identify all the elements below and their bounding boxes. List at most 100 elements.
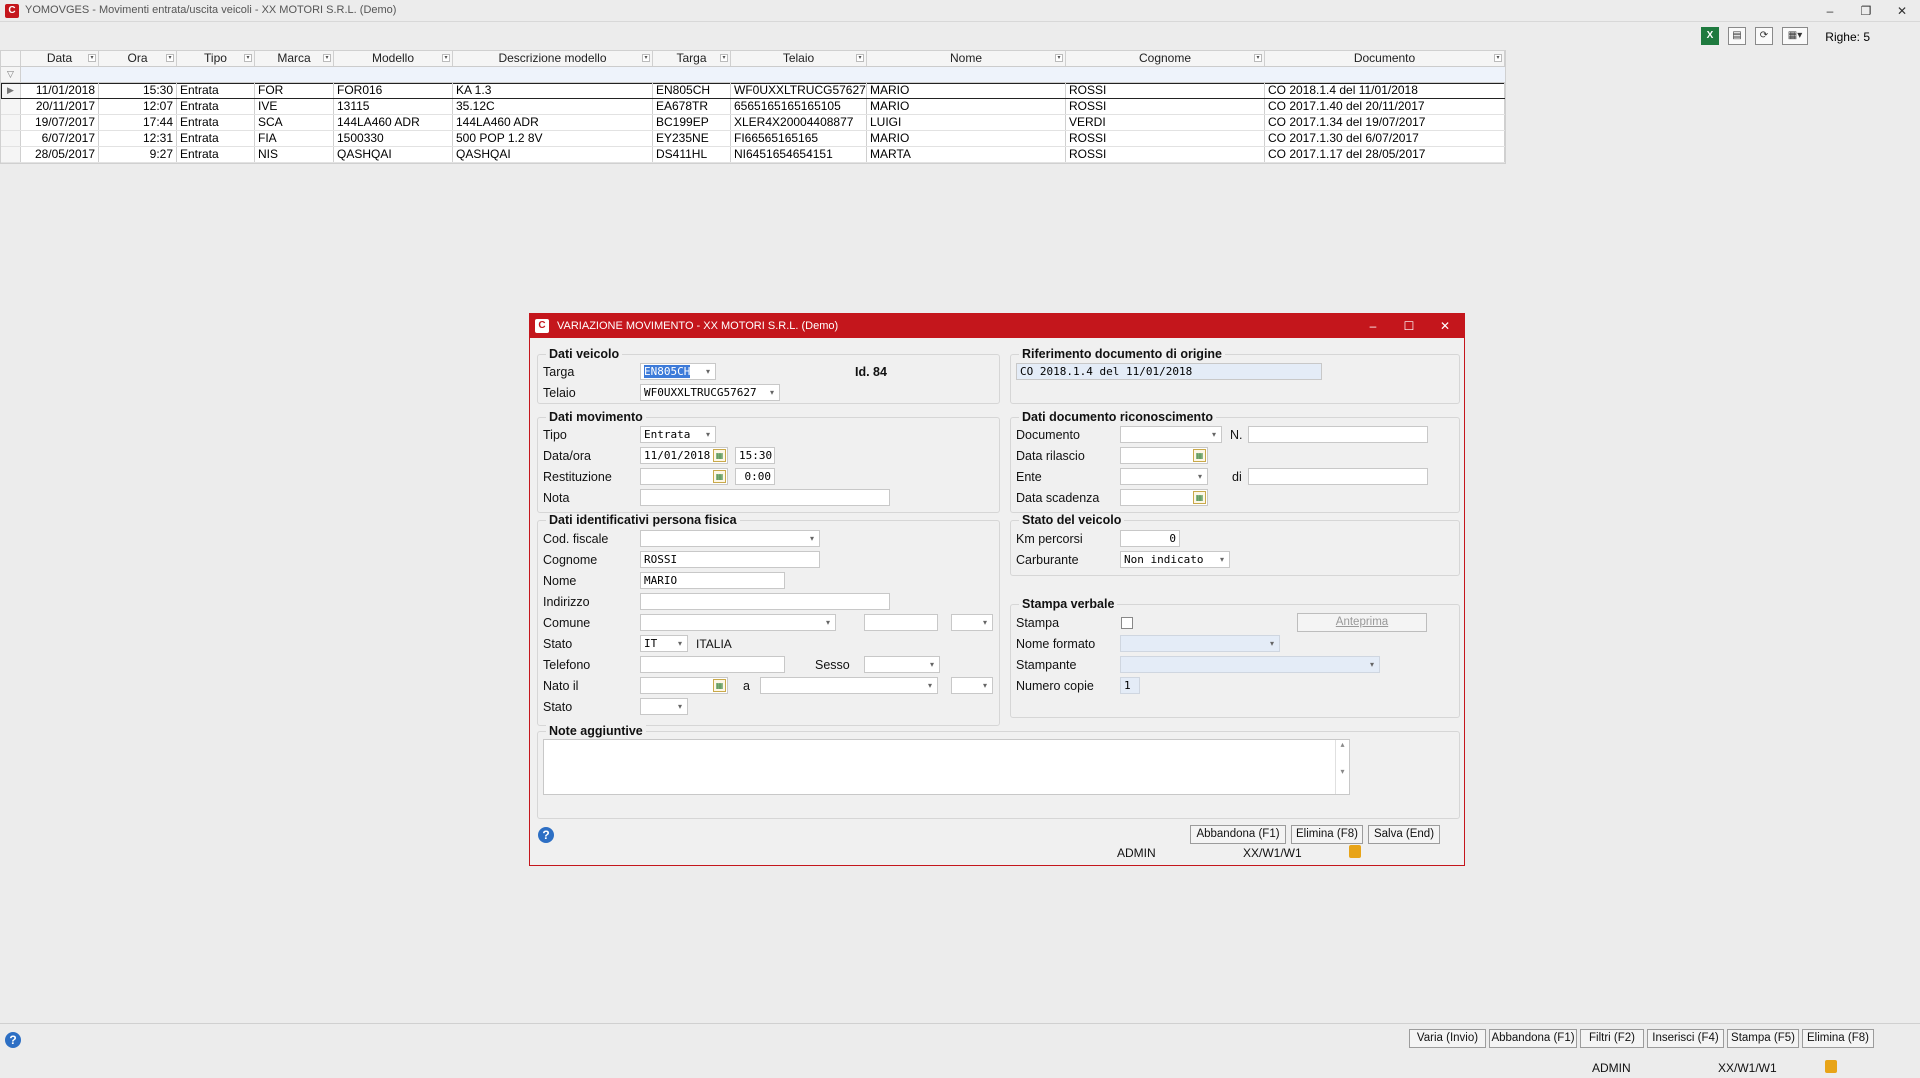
chevron-down-icon[interactable]: ▾: [924, 679, 936, 692]
cell-nome[interactable]: LUIGI: [867, 115, 1066, 130]
chevron-down-icon[interactable]: ▾: [674, 700, 686, 713]
chevron-down-icon[interactable]: ▾: [702, 428, 714, 441]
indirizzo-field[interactable]: [640, 593, 890, 610]
cell-ora[interactable]: 15:30: [99, 83, 177, 98]
cell-modello[interactable]: QASHQAI: [334, 147, 453, 162]
cell-tipo[interactable]: Entrata: [177, 99, 255, 114]
cell-ora[interactable]: 12:31: [99, 131, 177, 146]
columns-menu-icon[interactable]: ▦▾: [1782, 27, 1808, 45]
cognome-field[interactable]: ROSSI: [640, 551, 820, 568]
cell-nome[interactable]: MARTA: [867, 147, 1066, 162]
table-row[interactable]: 28/05/2017 9:27 Entrata NIS QASHQAI QASHQAI DS…: [1, 147, 1505, 163]
chevron-down-icon[interactable]: ▾: [979, 679, 991, 692]
documento-select[interactable]: ▾: [1120, 426, 1222, 443]
cell-modello[interactable]: 144LA460 ADR: [334, 115, 453, 130]
table-view-icon[interactable]: ▤: [1728, 27, 1746, 45]
cell-cognome[interactable]: VERDI: [1066, 115, 1265, 130]
cell-modello[interactable]: 1500330: [334, 131, 453, 146]
row-indicator[interactable]: [1, 147, 21, 162]
help-icon[interactable]: ?: [5, 1032, 21, 1048]
cell-telaio[interactable]: NI6451654654151: [731, 147, 867, 162]
cell-documento[interactable]: CO 2017.1.30 del 6/07/2017: [1265, 131, 1505, 146]
chevron-down-icon[interactable]: ▾: [979, 616, 991, 629]
cell-descrizione[interactable]: 35.12C: [453, 99, 653, 114]
cell-descrizione[interactable]: 144LA460 ADR: [453, 115, 653, 130]
table-row[interactable]: 6/07/2017 12:31 Entrata FIA 1500330 500 POP 1…: [1, 131, 1505, 147]
dialog-minimize-icon[interactable]: –: [1362, 317, 1384, 335]
textarea-scrollbar[interactable]: ▴ ▾: [1335, 740, 1349, 794]
calendar-icon[interactable]: ▦: [1193, 449, 1206, 462]
chevron-down-icon[interactable]: ▾: [674, 637, 686, 650]
cell-modello[interactable]: 13115: [334, 99, 453, 114]
column-header-targa[interactable]: Targa ▾: [653, 51, 731, 66]
cell-modello[interactable]: FOR016: [334, 83, 453, 98]
nota-field[interactable]: [640, 489, 890, 506]
chevron-down-icon[interactable]: ▾: [926, 658, 938, 671]
cell-descrizione[interactable]: KA 1.3: [453, 83, 653, 98]
data-rilascio-field[interactable]: ▦: [1120, 447, 1208, 464]
km-field[interactable]: 0: [1120, 530, 1180, 547]
chevron-down-icon[interactable]: ▾: [702, 365, 714, 378]
anteprima-button[interactable]: Anteprima: [1297, 613, 1427, 632]
cell-nome[interactable]: MARIO: [867, 131, 1066, 146]
table-row[interactable]: 20/11/2017 12:07 Entrata IVE 13115 35.12C EA67…: [1, 99, 1505, 115]
restituzione-date-field[interactable]: ▦: [640, 468, 728, 485]
column-header-tipo[interactable]: Tipo ▾: [177, 51, 255, 66]
cell-data[interactable]: 20/11/2017: [21, 99, 99, 114]
abbandona-button[interactable]: Abbandona (F1): [1489, 1029, 1577, 1048]
cell-ora[interactable]: 9:27: [99, 147, 177, 162]
cell-marca[interactable]: IVE: [255, 99, 334, 114]
chevron-down-icon[interactable]: ▾: [822, 616, 834, 629]
table-row[interactable]: ▶ 11/01/2018 15:30 Entrata FOR FOR016 KA 1.3 EN…: [1, 83, 1505, 99]
close-icon[interactable]: ✕: [1888, 2, 1916, 20]
cell-tipo[interactable]: Entrata: [177, 83, 255, 98]
numero-documento-field[interactable]: [1248, 426, 1428, 443]
row-indicator[interactable]: [1, 131, 21, 146]
cell-telaio[interactable]: WF0UXXLTRUCG57627: [731, 83, 867, 98]
telefono-field[interactable]: [640, 656, 785, 673]
calendar-icon[interactable]: ▦: [713, 449, 726, 462]
cell-targa[interactable]: DS411HL: [653, 147, 731, 162]
cell-descrizione[interactable]: 500 POP 1.2 8V: [453, 131, 653, 146]
filtri-button[interactable]: Filtri (F2): [1580, 1029, 1644, 1048]
cell-targa[interactable]: EA678TR: [653, 99, 731, 114]
cell-documento[interactable]: CO 2018.1.4 del 11/01/2018: [1265, 83, 1505, 98]
cell-nome[interactable]: MARIO: [867, 83, 1066, 98]
help-icon[interactable]: ?: [538, 827, 554, 843]
cell-tipo[interactable]: Entrata: [177, 131, 255, 146]
cell-targa[interactable]: BC199EP: [653, 115, 731, 130]
cell-ora[interactable]: 17:44: [99, 115, 177, 130]
cell-tipo[interactable]: Entrata: [177, 115, 255, 130]
targa-select[interactable]: EN805CH ▾: [640, 363, 716, 380]
stampa-button[interactable]: Stampa (F5): [1727, 1029, 1799, 1048]
telaio-select[interactable]: WF0UXXLTRUCG57627 ▾: [640, 384, 780, 401]
nome-field[interactable]: MARIO: [640, 572, 785, 589]
column-header-cognome[interactable]: Cognome ▾: [1066, 51, 1265, 66]
cell-telaio[interactable]: 6565165165165105: [731, 99, 867, 114]
data-field[interactable]: 11/01/2018 ▦: [640, 447, 728, 464]
cell-data[interactable]: 11/01/2018: [21, 83, 99, 98]
elimina-button[interactable]: Elimina (F8): [1291, 825, 1363, 844]
stampa-checkbox[interactable]: [1121, 617, 1133, 629]
grid-filter-row[interactable]: ▽: [1, 67, 1505, 83]
column-header-telaio[interactable]: Telaio ▾: [731, 51, 867, 66]
cell-documento[interactable]: CO 2017.1.17 del 28/05/2017: [1265, 147, 1505, 162]
column-header-documento[interactable]: Documento ▾: [1265, 51, 1505, 66]
salva-button[interactable]: Salva (End): [1368, 825, 1440, 844]
cell-data[interactable]: 6/07/2017: [21, 131, 99, 146]
cell-documento[interactable]: CO 2017.1.40 del 20/11/2017: [1265, 99, 1505, 114]
table-row[interactable]: 19/07/2017 17:44 Entrata SCA 144LA460 ADR 144…: [1, 115, 1505, 131]
ente-luogo-field[interactable]: [1248, 468, 1428, 485]
filter-icon[interactable]: ▽: [1, 67, 21, 82]
cell-targa[interactable]: EY235NE: [653, 131, 731, 146]
data-scadenza-field[interactable]: ▦: [1120, 489, 1208, 506]
numero-copie-field[interactable]: 1: [1120, 677, 1140, 694]
sesso-select[interactable]: ▾: [864, 656, 940, 673]
calendar-icon[interactable]: ▦: [713, 470, 726, 483]
cap-field[interactable]: [864, 614, 938, 631]
cell-cognome[interactable]: ROSSI: [1066, 147, 1265, 162]
chevron-down-icon[interactable]: ▾: [1208, 428, 1220, 441]
cell-cognome[interactable]: ROSSI: [1066, 131, 1265, 146]
stato-nascita-select[interactable]: ▾: [640, 698, 688, 715]
column-header-ora[interactable]: Ora ▾: [99, 51, 177, 66]
